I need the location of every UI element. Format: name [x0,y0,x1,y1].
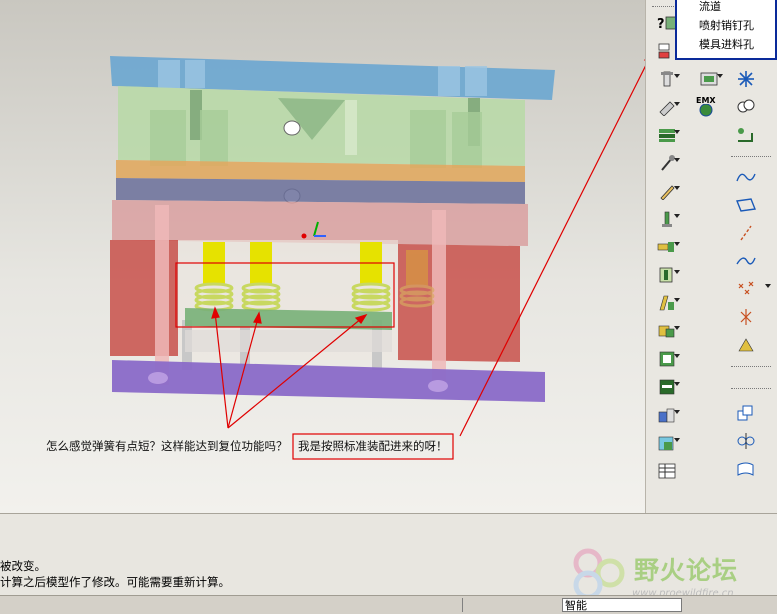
dropdown-arrow-icon[interactable] [674,270,680,274]
display-icon [700,72,718,86]
tool-palette-left: ? [645,0,698,513]
screw-button[interactable] [652,96,682,118]
dropdown-arrow-icon[interactable] [717,74,723,78]
plate-icon [659,379,675,395]
menu-item-mold-feed-hole[interactable]: 模具进料孔 [699,36,754,52]
coordinate-icon [738,128,753,142]
lifter-button[interactable] [652,292,682,314]
copy-icon [737,405,753,421]
forum-watermark: 野火论坛 www.proewildfire.cn [562,543,777,603]
menu-item-sprue-pin-hole[interactable]: 喷射销钉孔 [699,17,754,33]
datum-axis-icon [740,225,752,241]
mold-base-icon [659,129,675,142]
globe-icon [699,104,713,117]
sketch-curve-button[interactable] [731,166,761,188]
svg-text:?: ? [657,17,665,32]
sprue-button[interactable] [652,208,682,230]
datum-point-icon [738,71,754,87]
assembly-button[interactable] [652,432,682,454]
datum-point-button[interactable] [731,68,761,90]
bom-table-button[interactable] [652,460,682,482]
toolbar-separator [731,366,771,367]
dropdown-arrow-icon[interactable] [674,438,680,442]
dropdown-arrow-icon[interactable] [674,242,680,246]
dropdown-arrow-icon[interactable] [674,410,680,414]
curve-icon [736,173,756,182]
forum-title: 野火论坛 [634,556,739,585]
surface-icon [737,462,754,476]
cooling-icon [657,242,674,252]
datum-plane-button[interactable] [731,194,761,216]
dropdown-arrow-icon[interactable] [674,298,680,302]
point-icon [738,281,754,295]
spline-icon [736,257,756,265]
mold-assembly-model[interactable] [0,0,645,513]
insert-icon [658,325,675,338]
annotation-question-text: 怎么感觉弹簧有点短？这样能达到复位功能吗？ [46,439,288,453]
analysis-button[interactable] [731,334,761,356]
coordinate-system-button[interactable] [731,306,761,328]
dropdown-arrow-icon[interactable] [674,186,680,190]
ejector-pin-icon [661,71,673,87]
stripper-plate [116,178,525,204]
datum-axis-button[interactable] [731,222,761,244]
lifter-icon [659,295,674,311]
emx-button[interactable]: EMX [695,96,725,118]
screw-icon [659,101,675,116]
ejector-pin-button[interactable] [652,68,682,90]
annotation-answer-text: 我是按照标准装配进来的呀！ [298,439,448,453]
plane-icon [736,198,756,212]
insert-button[interactable] [652,320,682,342]
axis-button[interactable] [731,96,761,118]
guide-pin-icon [661,155,675,171]
plate-button[interactable] [652,376,682,398]
dropdown-arrow-icon[interactable] [674,354,680,358]
toolbar-separator [731,388,771,389]
mirror-icon [737,433,755,449]
guide-pin-button[interactable] [652,152,682,174]
selection-filter-dropdown[interactable]: 智能 [562,598,682,612]
dropdown-arrow-icon[interactable] [674,74,680,78]
display-button[interactable] [695,68,725,90]
dropdown-arrow-icon[interactable] [674,382,680,386]
tool-palette-right: EMX [695,0,777,513]
runner-popup-menu: 流道 喷射销钉孔 模具进料孔 [675,0,777,60]
model-viewport[interactable]: 怎么感觉弹簧有点短？这样能达到复位功能吗？ 我是按照标准装配进来的呀！ [0,0,645,513]
dropdown-arrow-icon[interactable] [674,326,680,330]
slider-icon [659,267,673,283]
toolbar-separator [731,156,771,157]
status-bar: 智能 [0,595,777,614]
point-button[interactable] [731,278,771,300]
surface-button[interactable] [731,458,761,480]
dropdown-arrow-icon[interactable] [674,130,680,134]
mirror-button[interactable] [731,430,761,452]
b-plate[interactable] [112,200,528,246]
electrode-button[interactable] [652,348,682,370]
assembly-icon [658,436,674,451]
mold-base-button[interactable] [652,124,682,146]
copy-button[interactable] [731,402,761,424]
cooling-button[interactable] [652,236,682,258]
dropdown-arrow-icon[interactable] [674,102,680,106]
dropdown-arrow-icon[interactable] [674,158,680,162]
table-icon [658,463,676,479]
coordinate-button[interactable] [731,124,761,146]
menu-item-runner[interactable]: 流道 [699,0,721,14]
message-line-1: 被改变。 [0,559,46,573]
sprue-icon [662,211,672,227]
component-button[interactable] [652,404,682,426]
pencil-icon [660,185,675,200]
csys-icon [740,309,752,325]
dropdown-arrow-icon[interactable] [765,284,771,288]
pencil-button[interactable] [652,180,682,202]
electrode-icon [659,351,675,367]
spline-button[interactable] [731,250,761,272]
axis-icon [737,99,755,113]
analysis-icon [738,338,754,352]
message-line-2: 计算之后模型作了修改。可能需要重新计算。 [0,575,230,589]
slider-button[interactable] [652,264,682,286]
component-icon [658,408,675,423]
dropdown-arrow-icon[interactable] [674,214,680,218]
